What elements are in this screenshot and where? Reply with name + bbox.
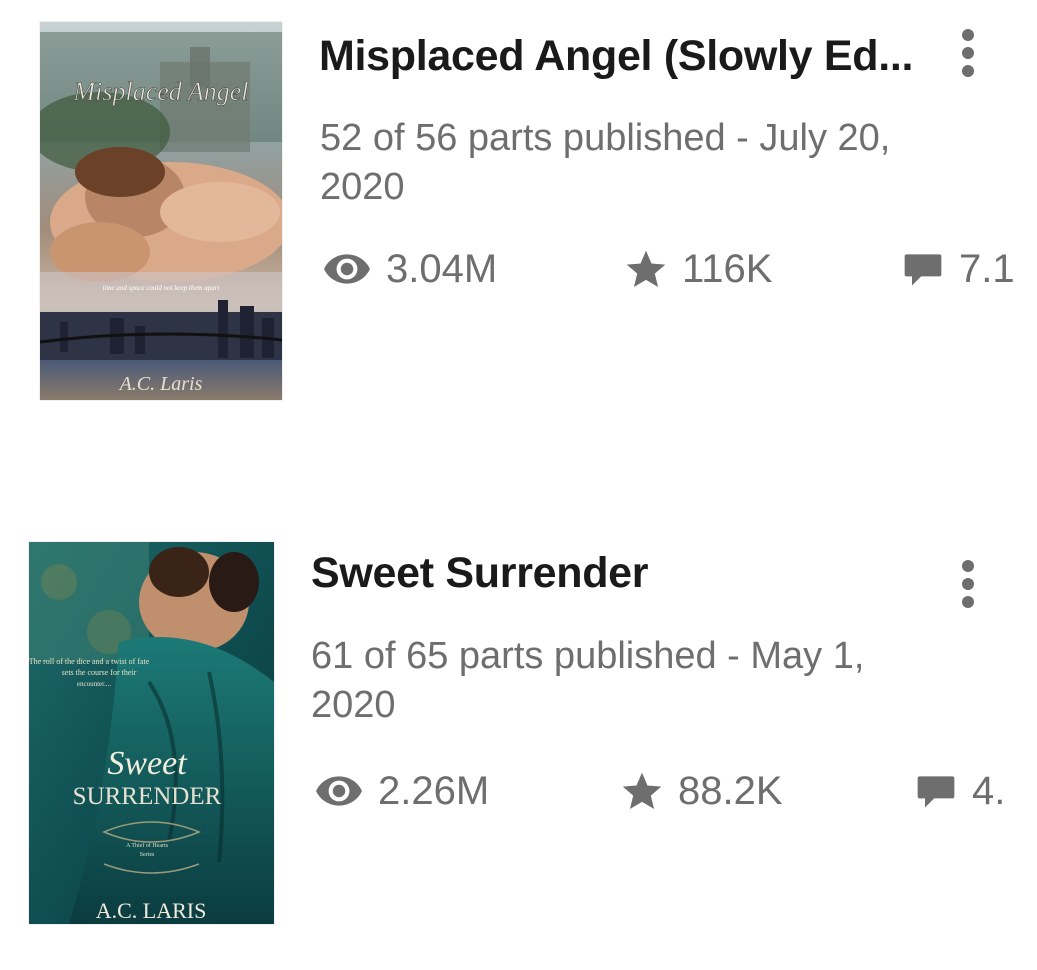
book-cover[interactable]: The roll of the dice and a twist of fate…: [29, 542, 274, 924]
star-icon: [622, 772, 662, 809]
more-vertical-icon: [962, 65, 974, 77]
book-cover[interactable]: Misplaced Angel time and space could not…: [40, 22, 282, 400]
more-options-button[interactable]: [948, 18, 988, 88]
cover-series-2: Series: [140, 852, 155, 858]
story-list: Misplaced Angel time and space could not…: [0, 0, 1037, 970]
meta-parts-line: 52 of 56 parts published - July 20,: [320, 117, 891, 159]
meta-date-line: 2020: [311, 684, 396, 726]
comments-count: 7.1: [959, 246, 1015, 291]
cover-title: Misplaced Angel: [73, 77, 249, 106]
more-vertical-icon: [962, 47, 974, 59]
story-title[interactable]: Sweet Surrender: [311, 549, 911, 598]
cover-tagline-3: encounter....: [77, 680, 111, 688]
more-vertical-icon: [962, 596, 974, 608]
votes-count: 116K: [682, 246, 773, 291]
reads-stat: 3.04M: [322, 242, 497, 296]
cover-tagline-1: The roll of the dice and a twist of fate: [29, 657, 150, 666]
votes-count: 88.2K: [678, 768, 783, 813]
more-vertical-icon: [962, 578, 974, 590]
comments-stat: 7.1: [901, 242, 1015, 296]
story-meta: 61 of 65 parts published - May 1, 2020: [311, 632, 961, 730]
reads-count: 2.26M: [378, 768, 490, 813]
star-icon: [626, 250, 666, 287]
votes-stat: 116K: [624, 242, 772, 296]
comments-stat: 4.: [914, 764, 1005, 818]
story-title[interactable]: Misplaced Angel (Slowly Ed...: [319, 32, 919, 81]
story-stats: 3.04M 116K 7.1: [0, 242, 1037, 322]
story-stats: 2.26M 88.2K 4.: [0, 764, 1037, 844]
meta-parts-line: 61 of 65 parts published - May 1,: [311, 635, 865, 677]
more-options-button[interactable]: [948, 549, 988, 619]
comment-icon: [917, 776, 955, 808]
story-item[interactable]: The roll of the dice and a twist of fate…: [0, 540, 1037, 926]
more-vertical-icon: [962, 560, 974, 572]
cover-tagline-2: sets the course for their: [62, 668, 137, 677]
story-item[interactable]: Misplaced Angel time and space could not…: [0, 22, 1037, 402]
meta-date-line: 2020: [320, 166, 405, 208]
comment-icon: [904, 254, 942, 286]
story-meta: 52 of 56 parts published - July 20, 2020: [320, 114, 970, 212]
reads-stat: 2.26M: [314, 764, 489, 818]
votes-stat: 88.2K: [620, 764, 783, 818]
reads-count: 3.04M: [386, 246, 498, 291]
cover-author: A.C. LARIS: [96, 898, 207, 923]
eye-icon: [324, 254, 370, 284]
cover-author: A.C. Laris: [118, 373, 203, 395]
cover-illustration: Misplaced Angel time and space could not…: [40, 22, 282, 400]
comments-count: 4.: [972, 768, 1006, 813]
eye-icon: [316, 776, 362, 806]
more-vertical-icon: [962, 29, 974, 41]
cover-illustration: The roll of the dice and a twist of fate…: [29, 542, 274, 924]
